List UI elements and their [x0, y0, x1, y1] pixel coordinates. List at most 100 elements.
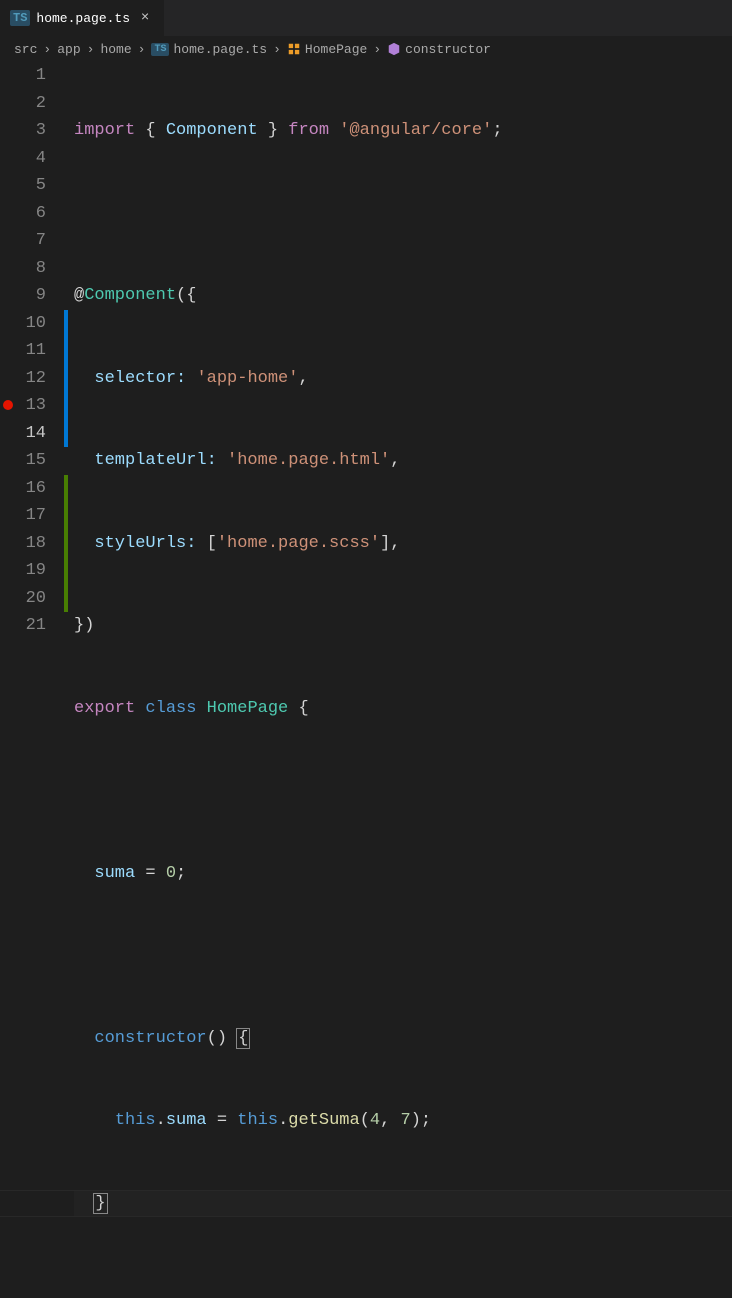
line-number[interactable]: 10 [16, 310, 46, 338]
glyph-slot[interactable] [0, 282, 16, 310]
chevron-right-icon: › [271, 42, 283, 57]
code-line[interactable]: suma = 0; [74, 860, 732, 888]
line-number[interactable]: 16 [16, 475, 46, 503]
code-line[interactable]: templateUrl: 'home.page.html', [74, 447, 732, 475]
glyph-slot[interactable] [0, 117, 16, 145]
breadcrumb-file[interactable]: home.page.ts [173, 42, 267, 57]
line-number-gutter[interactable]: 123456789101112131415161718192021 [16, 62, 64, 1298]
glyph-slot[interactable] [0, 145, 16, 173]
glyph-slot[interactable] [0, 227, 16, 255]
glyph-slot[interactable] [0, 172, 16, 200]
line-number[interactable]: 19 [16, 557, 46, 585]
breadcrumb-item[interactable]: home [100, 42, 131, 57]
code-line[interactable]: @Component({ [74, 282, 732, 310]
glyph-slot[interactable] [0, 365, 16, 393]
code-line[interactable] [74, 942, 732, 970]
line-number[interactable]: 14 [16, 420, 46, 448]
change-bar-segment [64, 255, 68, 283]
line-number[interactable]: 9 [16, 282, 46, 310]
change-bar-segment [64, 200, 68, 228]
change-bar-segment [64, 172, 68, 200]
code-line[interactable]: constructor() { [74, 1025, 732, 1053]
breakpoint-icon[interactable] [3, 400, 13, 410]
glyph-slot[interactable] [0, 310, 16, 338]
line-number[interactable]: 8 [16, 255, 46, 283]
change-bar-segment [64, 337, 68, 365]
glyph-slot[interactable] [0, 200, 16, 228]
change-bar-segment [64, 612, 68, 640]
code-line[interactable]: export class HomePage { [74, 695, 732, 723]
chevron-right-icon: › [371, 42, 383, 57]
glyph-slot[interactable] [0, 400, 16, 428]
code-line[interactable] [74, 200, 732, 228]
change-bar-segment [64, 90, 68, 118]
line-number[interactable]: 4 [16, 145, 46, 173]
glyph-slot[interactable] [0, 62, 16, 90]
code-line[interactable]: styleUrls: ['home.page.scss'], [74, 530, 732, 558]
change-bar-segment [64, 502, 68, 530]
line-number[interactable]: 6 [16, 200, 46, 228]
code-line[interactable]: } [74, 1190, 732, 1218]
typescript-icon: TS [151, 43, 169, 56]
code-line[interactable] [74, 1272, 732, 1298]
line-number[interactable]: 17 [16, 502, 46, 530]
change-bar-segment [64, 62, 68, 90]
method-icon [387, 42, 401, 56]
glyph-slot[interactable] [0, 90, 16, 118]
glyph-slot[interactable] [0, 455, 16, 483]
change-bar-segment [64, 392, 68, 420]
breadcrumb[interactable]: src › app › home › TS home.page.ts › Hom… [0, 36, 732, 62]
glyph-slot[interactable] [0, 538, 16, 566]
glyph-slot[interactable] [0, 593, 16, 621]
change-bar-segment [64, 447, 68, 475]
editor-tab[interactable]: TS home.page.ts × [0, 0, 165, 36]
line-number[interactable]: 5 [16, 172, 46, 200]
line-number[interactable]: 7 [16, 227, 46, 255]
change-bar-segment [64, 585, 68, 613]
glyph-slot[interactable] [0, 337, 16, 365]
change-bar-segment [64, 557, 68, 585]
code-line[interactable]: this.suma = this.getSuma(4, 7); [74, 1107, 732, 1135]
breadcrumb-symbol[interactable]: constructor [405, 42, 491, 57]
breadcrumb-symbol[interactable]: HomePage [305, 42, 367, 57]
line-number[interactable]: 13 [16, 392, 46, 420]
line-number[interactable]: 1 [16, 62, 46, 90]
change-bar-segment [64, 310, 68, 338]
glyph-slot[interactable] [0, 620, 16, 648]
change-bar-segment [64, 420, 68, 448]
breadcrumb-item[interactable]: src [14, 42, 37, 57]
glyph-slot[interactable] [0, 483, 16, 511]
glyph-slot[interactable] [0, 255, 16, 283]
code-content[interactable]: import { Component } from '@angular/core… [68, 62, 732, 1298]
glyph-slot[interactable] [0, 428, 16, 456]
glyph-margin[interactable] [0, 62, 16, 1298]
line-number[interactable]: 12 [16, 365, 46, 393]
code-editor[interactable]: 123456789101112131415161718192021 import… [0, 62, 732, 1298]
glyph-slot[interactable] [0, 510, 16, 538]
change-bar-segment [64, 365, 68, 393]
chevron-right-icon: › [85, 42, 97, 57]
chevron-right-icon: › [41, 42, 53, 57]
line-number[interactable]: 18 [16, 530, 46, 558]
breadcrumb-item[interactable]: app [57, 42, 80, 57]
line-number[interactable]: 11 [16, 337, 46, 365]
code-line[interactable]: selector: 'app-home', [74, 365, 732, 393]
code-line[interactable]: import { Component } from '@angular/core… [74, 117, 732, 145]
change-bar-segment [64, 530, 68, 558]
change-bar-segment [64, 282, 68, 310]
typescript-icon: TS [10, 10, 30, 26]
line-number[interactable]: 15 [16, 447, 46, 475]
close-icon[interactable]: × [136, 10, 154, 26]
tab-filename: home.page.ts [36, 11, 130, 26]
code-line[interactable]: }) [74, 612, 732, 640]
change-bar-segment [64, 145, 68, 173]
glyph-slot[interactable] [0, 565, 16, 593]
line-number[interactable]: 3 [16, 117, 46, 145]
line-number[interactable]: 21 [16, 612, 46, 640]
line-number[interactable]: 2 [16, 90, 46, 118]
change-bar-segment [64, 227, 68, 255]
line-number[interactable]: 20 [16, 585, 46, 613]
chevron-right-icon: › [136, 42, 148, 57]
change-bar-segment [64, 475, 68, 503]
code-line[interactable] [74, 777, 732, 805]
